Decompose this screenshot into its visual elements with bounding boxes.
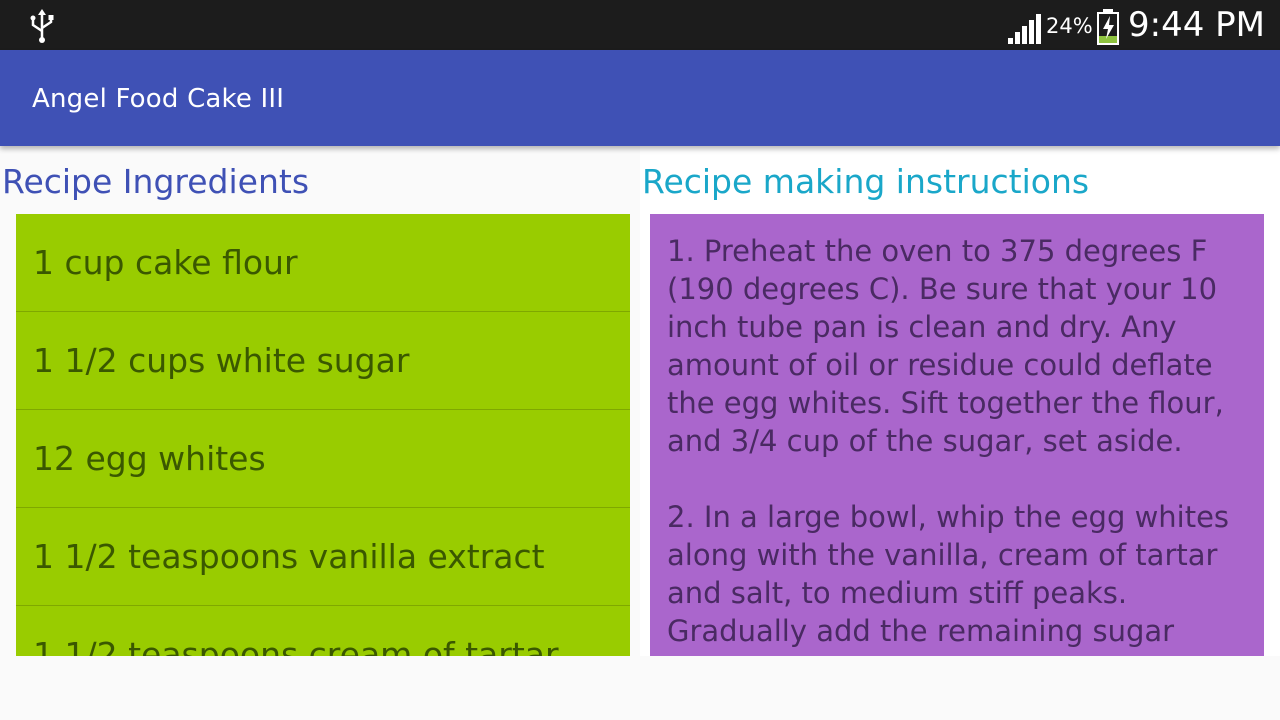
instructions-text: 1. Preheat the oven to 375 degrees F (19… [667, 234, 1230, 656]
battery-charging-icon [1097, 9, 1119, 45]
signal-icon [1008, 14, 1041, 44]
app-bar: Angel Food Cake III [0, 50, 1280, 146]
list-item[interactable]: 1 cup cake flour [16, 214, 630, 312]
ingredients-panel: Recipe Ingredients 1 cup cake flour 1 1/… [0, 146, 640, 720]
battery-percent: 24% [1046, 14, 1093, 38]
usb-icon [30, 9, 54, 43]
list-item[interactable]: 1 1/2 teaspoons cream of tartar [16, 606, 630, 656]
instructions-heading: Recipe making instructions [642, 162, 1090, 201]
list-item[interactable]: 1 1/2 cups white sugar [16, 312, 630, 410]
app-title: Angel Food Cake III [32, 84, 285, 114]
list-item[interactable]: 1 1/2 teaspoons vanilla extract [16, 508, 630, 606]
list-item[interactable]: 12 egg whites [16, 410, 630, 508]
ingredients-heading: Recipe Ingredients [2, 162, 310, 201]
clock: 9:44 PM [1128, 5, 1265, 45]
instructions-panel: Recipe making instructions 1. Preheat th… [640, 146, 1280, 656]
status-bar: 24% 9:44 PM [0, 0, 1280, 50]
ingredient-list[interactable]: 1 cup cake flour 1 1/2 cups white sugar … [16, 214, 630, 656]
instructions-scroll-box[interactable]: 1. Preheat the oven to 375 degrees F (19… [650, 214, 1264, 656]
